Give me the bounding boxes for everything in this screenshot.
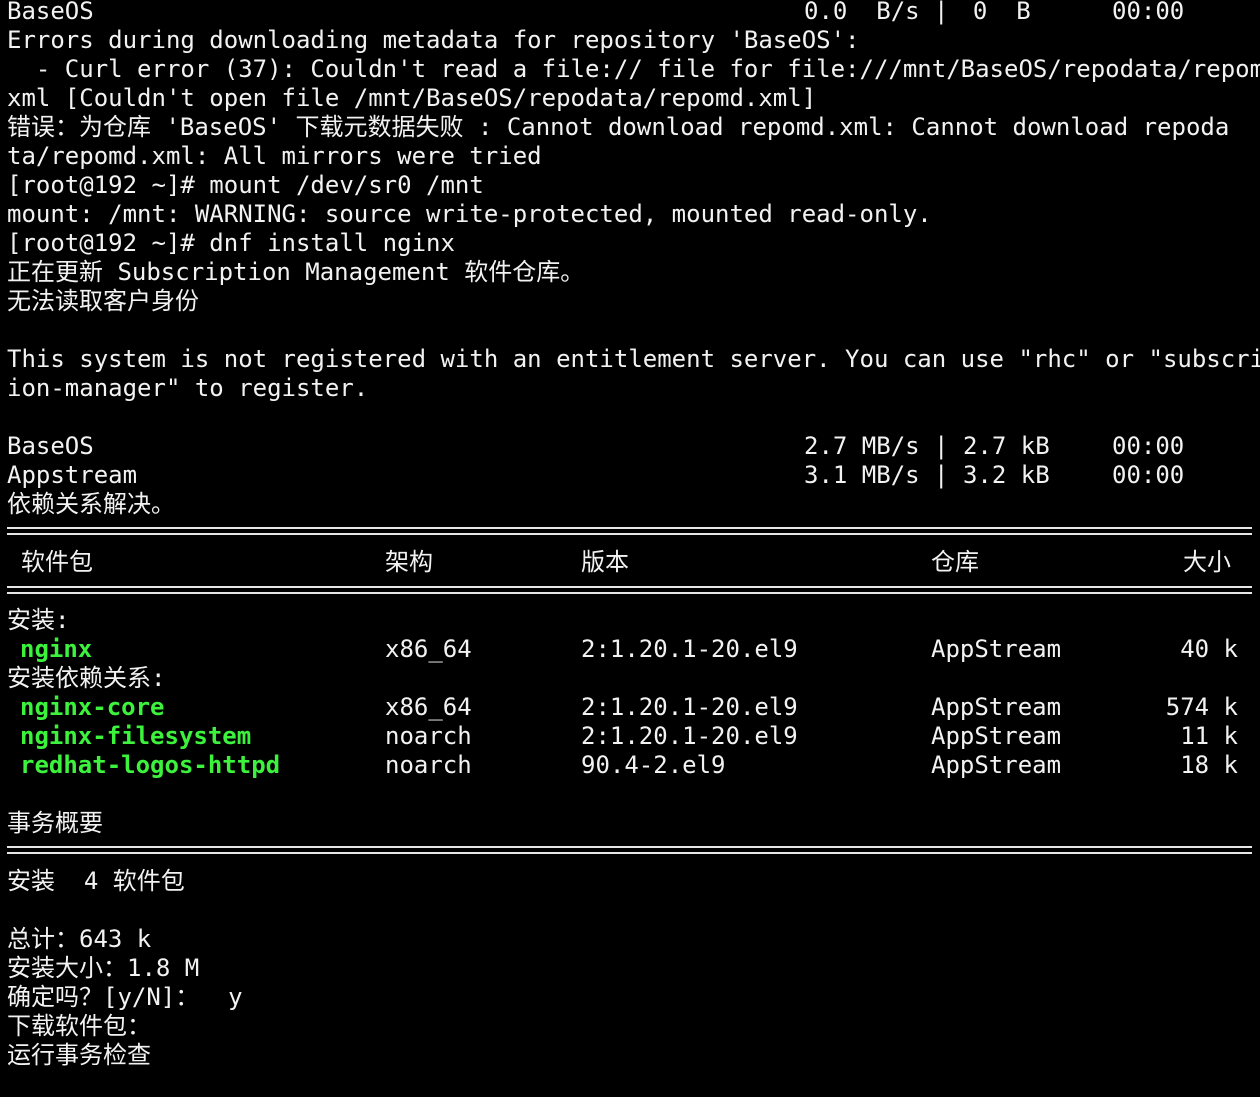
package-size: 40 k bbox=[1180, 635, 1238, 663]
repo-name: Appstream bbox=[7, 461, 138, 489]
package-repo: AppStream bbox=[931, 751, 1062, 779]
table-row: nginx-filesystem noarch 2:1.20.1-20.el9 … bbox=[7, 722, 1238, 751]
package-size: 18 k bbox=[1180, 751, 1238, 779]
separator-line bbox=[7, 586, 1252, 594]
package-version: 2:1.20.1-20.el9 bbox=[581, 693, 798, 721]
confirm-prompt: 确定吗？[y/N]： y bbox=[7, 983, 243, 1011]
error-line: Errors during downloading metadata for r… bbox=[7, 26, 860, 54]
header-package: 软件包 bbox=[21, 548, 93, 576]
package-size: 11 k bbox=[1180, 722, 1238, 750]
table-header: 软件包 架构 版本 仓库 大小 bbox=[7, 548, 1231, 577]
downloading-packages: 下载软件包： bbox=[7, 1012, 151, 1040]
top-progress-line: BaseOS 0.0 B/s | 0 B 00:00 bbox=[7, 0, 1184, 26]
package-version: 2:1.20.1-20.el9 bbox=[581, 722, 798, 750]
package-version: 2:1.20.1-20.el9 bbox=[581, 635, 798, 663]
table-row: nginx-core x86_64 2:1.20.1-20.el9 AppStr… bbox=[7, 693, 1238, 722]
progress-speed: 0.0 B/s | bbox=[804, 0, 963, 25]
repo-metadata-line: Appstream 3.1 MB/s | 3.2 kB 00:00 bbox=[7, 461, 1184, 490]
header-arch: 架构 bbox=[385, 548, 433, 576]
install-count: 安装 4 软件包 bbox=[7, 867, 185, 895]
error-line: ta/repomd.xml: All mirrors were tried bbox=[7, 142, 542, 170]
mount-command: [root@192 ~]# mount /dev/sr0 /mnt bbox=[7, 171, 484, 199]
repo-metadata-line: BaseOS 2.7 MB/s | 2.7 kB 00:00 bbox=[7, 432, 1184, 461]
separator-line bbox=[7, 846, 1252, 854]
running-transaction-check: 运行事务检查 bbox=[7, 1041, 151, 1069]
terminal-window[interactable]: BaseOS 0.0 B/s | 0 B 00:00 Errors during… bbox=[0, 0, 1260, 1097]
package-size: 574 k bbox=[1165, 693, 1238, 721]
header-version: 版本 bbox=[581, 548, 629, 576]
separator-line bbox=[7, 527, 1252, 535]
header-repo: 仓库 bbox=[931, 548, 979, 576]
total-size: 总计：643 k bbox=[7, 925, 152, 953]
package-name: nginx-filesystem bbox=[20, 722, 252, 750]
package-arch: x86_64 bbox=[385, 635, 472, 663]
registration-notice: This system is not registered with an en… bbox=[7, 345, 1260, 373]
install-section-label: 安装: bbox=[7, 606, 70, 634]
table-row: redhat-logos-httpd noarch 90.4-2.el9 App… bbox=[7, 751, 1238, 780]
table-row: nginx x86_64 2:1.20.1-20.el9 AppStream 4… bbox=[7, 635, 1238, 664]
progress-repo: BaseOS bbox=[7, 0, 94, 25]
package-name: nginx bbox=[20, 635, 93, 663]
dependencies-resolved: 依赖关系解决。 bbox=[7, 490, 175, 518]
package-repo: AppStream bbox=[931, 722, 1062, 750]
package-repo: AppStream bbox=[931, 693, 1062, 721]
package-name: nginx-core bbox=[20, 693, 165, 721]
package-repo: AppStream bbox=[931, 635, 1062, 663]
installed-size: 安装大小：1.8 M bbox=[7, 954, 200, 982]
repo-name: BaseOS bbox=[7, 432, 94, 460]
subscription-no-identity: 无法读取客户身份 bbox=[7, 287, 199, 315]
package-version: 90.4-2.el9 bbox=[581, 751, 726, 779]
progress-time: 00:00 bbox=[1112, 0, 1185, 25]
dnf-command: [root@192 ~]# dnf install nginx bbox=[7, 229, 455, 257]
transaction-summary-title: 事务概要 bbox=[7, 809, 103, 837]
package-name: redhat-logos-httpd bbox=[20, 751, 281, 779]
error-line: xml [Couldn't open file /mnt/BaseOS/repo… bbox=[7, 84, 817, 112]
package-arch: noarch bbox=[385, 722, 472, 750]
progress-size: 0 B bbox=[944, 0, 1031, 25]
repo-time: 00:00 bbox=[1112, 461, 1185, 489]
subscription-updating: 正在更新 Subscription Management 软件仓库。 bbox=[7, 258, 585, 286]
package-arch: x86_64 bbox=[385, 693, 472, 721]
header-size: 大小 bbox=[1183, 548, 1231, 576]
repo-speed: 2.7 MB/s | 2.7 kB bbox=[804, 432, 1050, 460]
error-line: - Curl error (37): Couldn't read a file:… bbox=[7, 55, 1260, 83]
deps-section-label: 安装依赖关系: bbox=[7, 664, 166, 692]
package-arch: noarch bbox=[385, 751, 472, 779]
error-line: 错误：为仓库 'BaseOS' 下载元数据失败 : Cannot downloa… bbox=[7, 113, 1230, 141]
mount-warning: mount: /mnt: WARNING: source write-prote… bbox=[7, 200, 932, 228]
repo-time: 00:00 bbox=[1112, 432, 1185, 460]
repo-speed: 3.1 MB/s | 3.2 kB bbox=[804, 461, 1050, 489]
registration-notice: ion-manager" to register. bbox=[7, 374, 369, 402]
